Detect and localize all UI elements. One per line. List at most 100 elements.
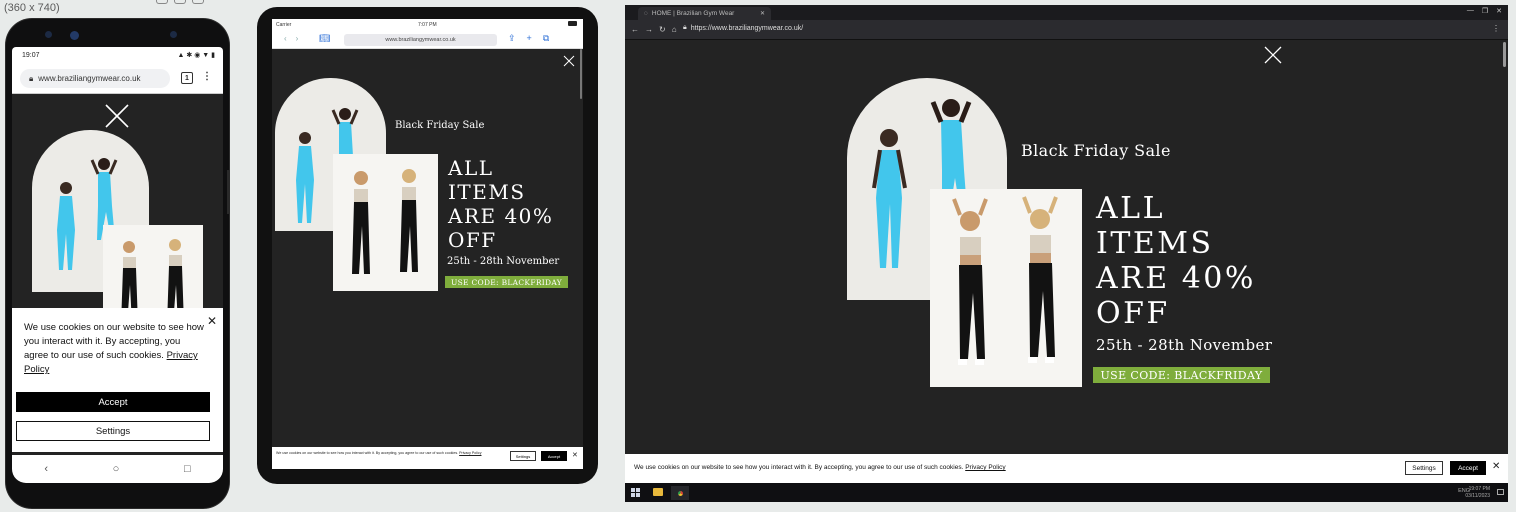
- phone-browser-bar: 🔒︎ www.braziliangymwear.co.uk 1 ⋮: [12, 65, 223, 94]
- discount-code-badge: USE CODE: BLACKFRIDAY: [1093, 367, 1270, 383]
- settings-button[interactable]: Settings: [510, 451, 536, 461]
- tabs-icon[interactable]: ⧉: [543, 33, 549, 44]
- discount-code-badge: USE CODE: BLACKFRIDAY: [445, 276, 568, 288]
- cookie-close-icon[interactable]: ✕: [207, 314, 217, 328]
- sale-headline: ALL ITEMS ARE 40% OFF: [448, 156, 578, 252]
- accept-button[interactable]: Accept: [541, 451, 567, 461]
- browser-tab[interactable]: ◌ HOME | Brazilian Gym Wear ✕: [638, 7, 771, 20]
- close-window-icon[interactable]: ✕: [1496, 7, 1502, 15]
- tab-title: HOME | Brazilian Gym Wear: [651, 10, 735, 17]
- browser-toolbar: ← → ↻ ⌂ 🔒︎ https://www.braziliangymwear.…: [625, 20, 1508, 40]
- back-icon[interactable]: ‹: [44, 463, 48, 475]
- promo-photo-leopard-models: [930, 189, 1082, 387]
- windows-taskbar: ENG 19:07 PM 03/11/2023: [625, 483, 1508, 502]
- cookie-message: We use cookies on our website to see how…: [634, 464, 964, 471]
- reload-icon[interactable]: ↻: [659, 25, 666, 34]
- headline-line: OFF: [1096, 296, 1170, 331]
- file-explorer-icon[interactable]: [653, 488, 663, 496]
- chrome-icon[interactable]: [671, 486, 689, 500]
- privacy-policy-link[interactable]: Privacy Policy: [965, 464, 1005, 471]
- tablet-carrier: Carrier: [276, 22, 292, 28]
- cookie-banner: We use cookies on our website to see how…: [272, 447, 583, 469]
- minimize-icon[interactable]: —: [1467, 7, 1474, 15]
- lock-icon: 🔒︎: [29, 73, 34, 83]
- phone-url-text: www.braziliangymwear.co.uk: [38, 74, 141, 83]
- lock-icon: 🔒︎: [683, 24, 687, 31]
- kebab-menu-icon[interactable]: ⋮: [1492, 24, 1500, 33]
- headline-line: ITEMS: [448, 180, 526, 204]
- tablet-address-bar[interactable]: www.braziliangymwear.co.uk: [344, 34, 497, 46]
- clock-time: 19:07 PM: [1468, 486, 1490, 492]
- share-icon[interactable]: ⇪: [508, 33, 516, 44]
- scrollbar[interactable]: [580, 49, 582, 99]
- clock-date: 03/11/2023: [1465, 493, 1490, 499]
- tablet-screen: Carrier 7:07 PM ‹ › 📖︎ www.braziliangymwe…: [272, 19, 583, 469]
- forward-icon[interactable]: ›: [296, 34, 299, 43]
- taskbar-clock[interactable]: 19:07 PM 03/11/2023: [1465, 486, 1490, 500]
- cookie-text: We use cookies on our website to see how…: [276, 451, 496, 456]
- window-controls: — ❐ ✕: [1467, 7, 1502, 15]
- sale-headline: ALL ITEMS ARE 40% OFF: [1096, 191, 1286, 331]
- promo-photo-leopard-models: [333, 154, 438, 291]
- close-icon[interactable]: [1263, 45, 1283, 65]
- close-icon[interactable]: [563, 55, 575, 67]
- phone-status-icons: ▲ ✱ ◉ ▼ ▮: [177, 52, 215, 59]
- restore-icon[interactable]: ❐: [1482, 7, 1488, 15]
- scrollbar[interactable]: [1503, 42, 1506, 67]
- sale-label: Black Friday Sale: [395, 120, 485, 131]
- sale-dates: 25th - 28th November: [1096, 336, 1273, 354]
- headline-line: ITEMS: [1096, 226, 1214, 261]
- accept-button[interactable]: Accept: [16, 392, 210, 412]
- headline-line: OFF: [448, 228, 497, 252]
- cookie-banner: We use cookies on our website to see how…: [625, 454, 1508, 483]
- back-icon[interactable]: ‹: [284, 34, 287, 43]
- phone-status-bar: 19:07 ▲ ✱ ◉ ▼ ▮: [12, 47, 223, 65]
- cookie-close-icon[interactable]: ✕: [1492, 461, 1500, 472]
- headline-line: ALL: [448, 156, 494, 180]
- settings-button[interactable]: Settings: [16, 421, 210, 441]
- desktop-screen: ◌ HOME | Brazilian Gym Wear ✕ — ❐ ✕ ← → …: [625, 5, 1508, 502]
- phone-screen: 19:07 ▲ ✱ ◉ ▼ ▮ 🔒︎ www.braziliangymwear.…: [12, 47, 223, 483]
- sale-label: Black Friday Sale: [1021, 141, 1171, 160]
- tablet-browser-toolbar: ‹ › 📖︎ www.braziliangymwear.co.uk ⇪ + ⧉: [272, 31, 583, 49]
- windows-start-icon[interactable]: [631, 488, 640, 497]
- tablet-nav-arrows: ‹ ›: [284, 34, 298, 43]
- phone-sensors: [40, 30, 190, 40]
- back-icon[interactable]: ←: [631, 25, 639, 34]
- home-icon[interactable]: ○: [113, 463, 120, 475]
- settings-button[interactable]: Settings: [1405, 461, 1443, 475]
- device-size-label: (360 x 740): [4, 2, 60, 14]
- browser-nav: ← → ↻ ⌂: [631, 25, 677, 34]
- recents-icon[interactable]: □: [184, 463, 191, 475]
- accept-button[interactable]: Accept: [1450, 461, 1486, 475]
- home-icon[interactable]: ⌂: [672, 25, 677, 34]
- url-text: https://www.braziliangymwear.co.uk/: [690, 24, 804, 32]
- headline-line: ALL: [1096, 191, 1166, 226]
- headline-line: ARE 40%: [1096, 261, 1256, 296]
- android-nav-bar: ‹ ○ □: [12, 455, 223, 483]
- cookie-close-icon[interactable]: ✕: [572, 451, 578, 459]
- phone-side-button: [227, 170, 230, 214]
- cookie-banner: ✕ We use cookies on our website to see h…: [12, 308, 223, 452]
- cookie-text: We use cookies on our website to see how…: [24, 321, 206, 377]
- new-tab-icon[interactable]: +: [527, 33, 532, 44]
- close-icon[interactable]: [104, 103, 130, 129]
- cookie-text: We use cookies on our website to see how…: [634, 464, 1006, 471]
- notification-icon[interactable]: [1497, 489, 1504, 495]
- address-bar[interactable]: 🔒︎ https://www.braziliangymwear.co.uk/: [683, 24, 803, 32]
- forward-icon[interactable]: →: [645, 25, 653, 34]
- phone-time: 19:07: [22, 52, 40, 59]
- bookmarks-icon[interactable]: 📖︎: [319, 33, 330, 44]
- kebab-menu-icon[interactable]: ⋮: [202, 71, 212, 82]
- sale-dates: 25th - 28th November: [447, 256, 560, 267]
- privacy-policy-link[interactable]: Privacy Policy: [459, 451, 481, 455]
- tablet-time: 7:07 PM: [418, 22, 437, 28]
- browser-titlebar: ◌ HOME | Brazilian Gym Wear ✕ — ❐ ✕: [625, 5, 1508, 20]
- headline-line: ARE 40%: [448, 204, 554, 228]
- tablet-toolbar-actions: ⇪ + ⧉: [508, 33, 549, 44]
- phone-address-bar[interactable]: 🔒︎ www.braziliangymwear.co.uk: [20, 69, 170, 88]
- tab-count-button[interactable]: 1: [181, 72, 193, 84]
- canvas-tools: [156, 0, 204, 4]
- tab-close-icon[interactable]: ✕: [760, 10, 765, 17]
- battery-icon: [568, 21, 577, 26]
